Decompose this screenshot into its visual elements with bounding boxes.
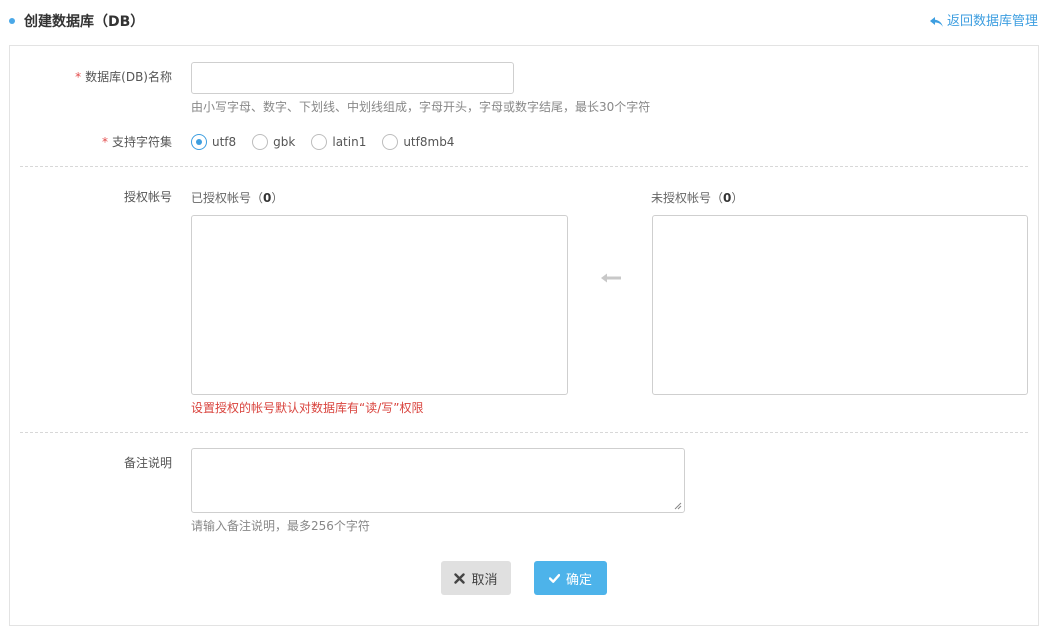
required-mark: * — [75, 70, 82, 84]
authorized-title-suffix: ） — [271, 191, 284, 205]
charset-label: * 支持字符集 — [10, 133, 172, 151]
unauthorized-accounts-title: 未授权帐号（0） — [651, 189, 743, 207]
charset-radio-utf8mb4[interactable]: utf8mb4 — [382, 134, 454, 150]
required-mark: * — [101, 135, 108, 149]
remark-label: 备注说明 — [123, 456, 172, 470]
radio-unchecked-icon — [311, 134, 328, 150]
back-to-db-management-link[interactable]: 返回数据库管理 — [929, 12, 1038, 32]
db-name-label-text: 数据库(DB)名称 — [85, 70, 172, 84]
remark-hint: 请输入备注说明，最多256个字符 — [191, 519, 370, 533]
remark-textarea[interactable] — [191, 448, 685, 513]
charset-radio-gbk[interactable]: gbk — [252, 134, 295, 150]
title-dot-icon — [9, 18, 15, 24]
charset-option-label: gbk — [273, 135, 296, 149]
move-left-arrow-icon[interactable] — [601, 272, 621, 284]
section-divider — [20, 166, 1028, 167]
authorized-accounts-title: 已授权帐号（0） — [191, 189, 283, 207]
authorized-title-prefix: 已授权帐号（ — [191, 191, 264, 205]
radio-checked-icon — [191, 134, 207, 150]
check-icon — [548, 573, 560, 583]
charset-option-label: utf8mb4 — [403, 135, 455, 149]
cancel-label: 取消 — [471, 572, 498, 588]
confirm-button[interactable]: 确定 — [534, 561, 607, 595]
page-header: 创建数据库（DB） 返回数据库管理 — [0, 0, 1048, 44]
create-db-form-panel: * 数据库(DB)名称 由小写字母、数字、下划线、中划线组成，字母开头，字母或数字… — [9, 45, 1039, 626]
unauthorized-title-prefix: 未授权帐号（ — [651, 191, 724, 205]
radio-unchecked-icon — [382, 134, 399, 150]
page-title: 创建数据库（DB） — [24, 14, 145, 30]
db-name-input[interactable] — [191, 62, 514, 94]
unauthorized-accounts-list[interactable] — [652, 215, 1028, 395]
confirm-label: 确定 — [565, 572, 592, 588]
charset-radio-group: utf8 gbk latin1 utf8mb4 — [191, 133, 470, 151]
unauthorized-title-suffix: ） — [731, 191, 744, 205]
section-divider — [20, 432, 1028, 433]
cancel-button[interactable]: 取消 — [441, 561, 511, 595]
db-name-hint: 由小写字母、数字、下划线、中划线组成，字母开头，字母或数字结尾，最长30个字符 — [191, 100, 651, 114]
charset-option-label: latin1 — [332, 135, 367, 149]
radio-unchecked-icon — [252, 134, 269, 150]
charset-radio-utf8[interactable]: utf8 — [191, 134, 236, 150]
back-link-label: 返回数据库管理 — [946, 14, 1038, 29]
charset-radio-latin1[interactable]: latin1 — [311, 134, 366, 150]
accounts-permission-note: 设置授权的帐号默认对数据库有“读/写”权限 — [191, 401, 424, 415]
authorized-accounts-list[interactable] — [191, 215, 568, 395]
db-name-label: * 数据库(DB)名称 — [10, 68, 172, 86]
reply-arrow-icon — [929, 17, 943, 27]
accounts-label: 授权帐号 — [123, 190, 172, 204]
charset-label-text: 支持字符集 — [111, 135, 172, 149]
charset-option-label: utf8 — [212, 135, 237, 149]
resize-grip-icon[interactable] — [674, 502, 682, 510]
close-icon — [454, 572, 466, 584]
